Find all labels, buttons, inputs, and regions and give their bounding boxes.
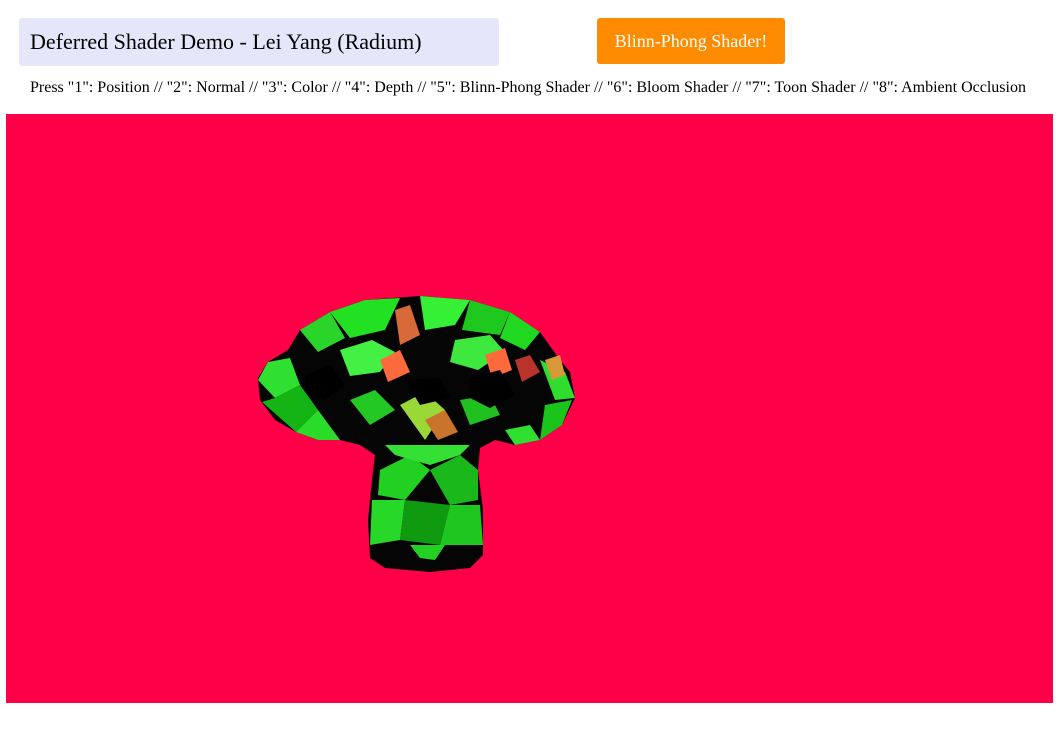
- webgl-canvas[interactable]: [6, 114, 1053, 703]
- monkey-head-render: [258, 296, 575, 572]
- title-banner: Deferred Shader Demo - Lei Yang (Radium): [19, 18, 499, 66]
- page-title: Deferred Shader Demo - Lei Yang (Radium): [30, 29, 422, 54]
- keyboard-instructions: Press "1": Position // "2": Normal // "3…: [30, 79, 1026, 96]
- page-scroll-gutter: [1053, 114, 1063, 703]
- shader-mode-button[interactable]: Blinn-Phong Shader!: [597, 18, 785, 64]
